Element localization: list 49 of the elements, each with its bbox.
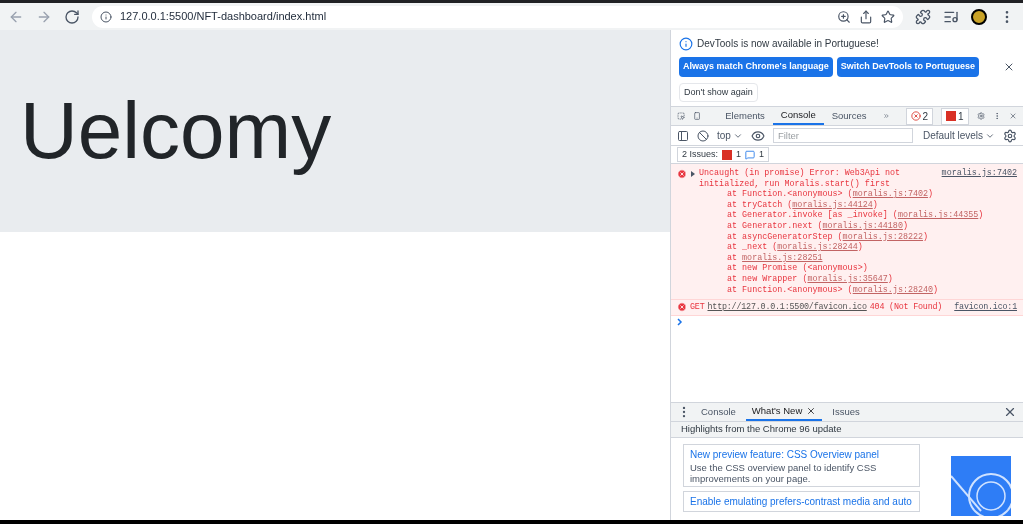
filter-field[interactable]: Filter	[772, 128, 913, 143]
feature-card[interactable]: Enable emulating prefers-contrast media and auto	[683, 491, 920, 512]
stack-trace-line: at asyncGeneratorStep (moralis.js:28222)	[726, 231, 930, 242]
drawer-header: Highlights from the Chrome 96 update	[671, 422, 1023, 438]
request-method: GET	[690, 302, 705, 313]
issue-counter[interactable]: 1	[941, 107, 969, 125]
url-text: 127.0.0.1:5500/NFT-dashboard/index.html	[120, 9, 327, 25]
source-link[interactable]: moralis.js:28222	[842, 231, 924, 242]
address-bar[interactable]: 127.0.0.1:5500/NFT-dashboard/index.html	[92, 5, 903, 28]
stack-trace-line: at _next (moralis.js:28244)	[726, 242, 864, 253]
infobar-message: DevTools is now available in Portuguese!	[697, 37, 879, 51]
error-counter[interactable]: 2	[905, 107, 934, 125]
dismiss-button[interactable]: Don't show again	[679, 82, 758, 102]
source-link[interactable]: moralis.js:7402	[852, 189, 929, 200]
feature-title[interactable]: Enable emulating prefers-contrast media and auto	[690, 494, 913, 509]
source-link[interactable]: moralis.js:28251	[742, 252, 823, 263]
infobar-button[interactable]: Always match Chrome's language	[679, 57, 833, 77]
error-count: 2	[922, 109, 929, 124]
source-link[interactable]: moralis.js:44180	[822, 220, 903, 231]
source-link[interactable]: moralis.js:44124	[792, 199, 873, 210]
devtools-tab[interactable]: Console	[772, 107, 824, 125]
feature-description: Use the CSS overview panel to identify CSS improvements on your page.	[690, 462, 878, 484]
status-text: 404 (Not Found)	[869, 302, 943, 313]
source-link[interactable]: moralis.js:28244	[777, 242, 858, 253]
source-link[interactable]: moralis.js:28240	[852, 284, 934, 295]
stack-trace-line: at Generator.next (moralis.js:44180)	[726, 220, 909, 232]
issue-count: 1	[958, 109, 964, 124]
infobar-button[interactable]: Switch DevTools to Portuguese	[836, 57, 980, 77]
devtools-tab[interactable]: Sources	[823, 107, 875, 125]
stack-trace-line: at tryCatch (moralis.js:44124)	[726, 199, 879, 210]
stack-trace-line: at new Promise (<anonymous>)	[726, 263, 869, 274]
source-link[interactable]: moralis.js:35647	[807, 273, 888, 284]
source-link[interactable]: moralis.js:44355	[897, 210, 979, 221]
stack-trace-line: at Generator.invoke [as _invoke] (moralis.js:44355)	[726, 210, 985, 221]
request-url[interactable]: http://127.0.0.1:5500/favicon.ico	[707, 302, 867, 313]
context-select[interactable]: top	[717, 128, 743, 143]
devtools-tab[interactable]: Elements	[717, 107, 773, 125]
source-link[interactable]: favicon.ico:1	[954, 302, 1017, 313]
feature-title[interactable]: New preview feature: CSS Overview panel	[690, 447, 913, 462]
drawer-tab[interactable]: Console	[695, 403, 742, 421]
stack-trace-line: at Function.<anonymous> (moralis.js:7402)	[726, 189, 935, 200]
stack-trace-line: at new Wrapper (moralis.js:35647)	[726, 273, 894, 285]
drawer-tab[interactable]: Issues	[826, 403, 866, 421]
stack-trace-line: at moralis.js:28251	[726, 252, 824, 263]
levels-select[interactable]: Default levels	[922, 128, 995, 143]
issues-button[interactable]: 2 Issues: 1 1	[677, 146, 770, 163]
stack-trace-line: at Function.<anonymous> (moralis.js:28240)	[726, 284, 940, 296]
source-link[interactable]: moralis.js:7402	[941, 168, 1017, 179]
feature-card[interactable]: New preview feature: CSS Overview panel Use the CSS overview panel to identify CSS improvements on your page.	[683, 444, 920, 487]
